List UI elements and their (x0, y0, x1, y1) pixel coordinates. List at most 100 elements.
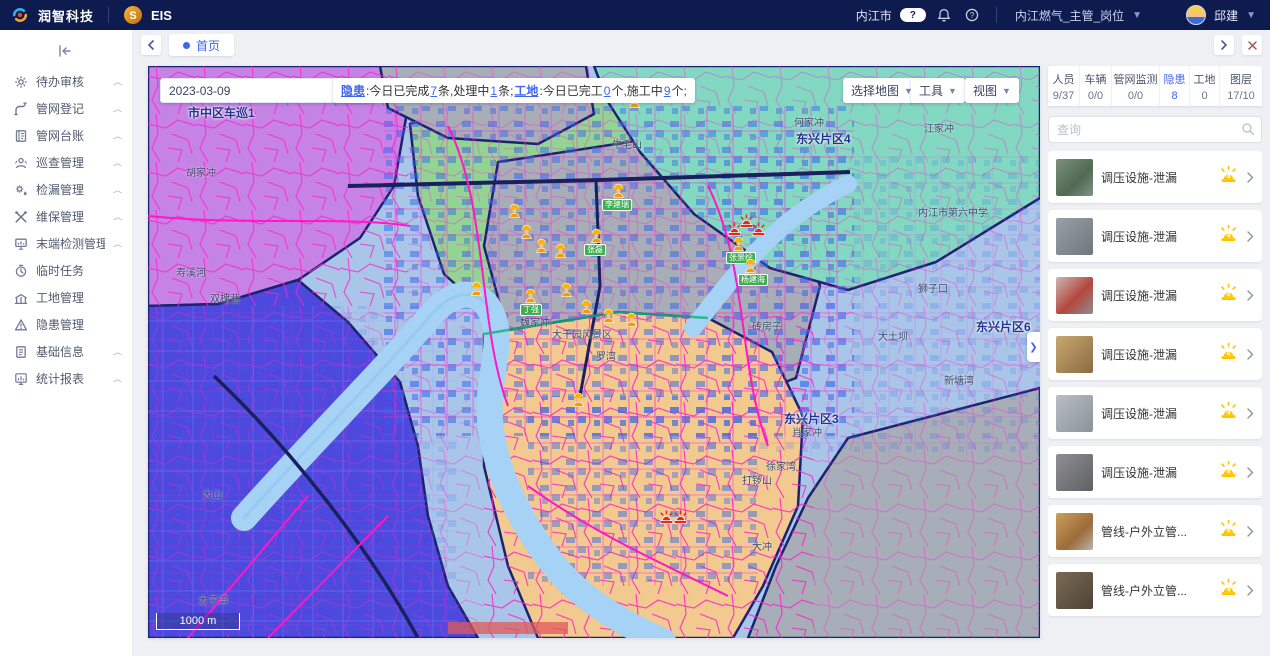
tab-label: 管网监测 (1112, 71, 1159, 87)
content-area: 首页 (133, 30, 1270, 656)
sidebar-item-audit[interactable]: 待办审核 ︿ (0, 68, 132, 95)
search-input[interactable] (1048, 116, 1262, 143)
city-name[interactable]: 内江市 (856, 7, 892, 24)
hazard-list-item[interactable]: 调压设施-泄漏 4 (1048, 446, 1262, 498)
caret-up-icon: ︿ (113, 76, 122, 86)
sidebar-item-terminal-detect[interactable]: 末端检测管理 ︿ (0, 230, 132, 257)
hazard-list-item[interactable]: 管线-户外立管... 4 (1048, 564, 1262, 616)
avatar[interactable] (1186, 5, 1206, 25)
chevron-right-icon[interactable] (1247, 585, 1254, 596)
hazard-list-item[interactable]: 管线-户外立管... 4 (1048, 505, 1262, 557)
alarm-marker[interactable] (750, 222, 767, 237)
top-navbar: 润智科技 S EIS 内江市 ? ? 内江燃气_主管_岗位 ▼ 邱建 ▼ (0, 0, 1270, 30)
tab-home[interactable]: 首页 (169, 34, 234, 56)
select-map-dropdown[interactable]: 选择地图 ▼ (843, 78, 921, 103)
sidebar-item-temp-task[interactable]: 临时任务 (0, 257, 132, 284)
sidebar-item-hazard-mgmt[interactable]: 隐患管理 (0, 311, 132, 338)
sidebar-item-pipeline-ledger[interactable]: 管网台账 ︿ (0, 122, 132, 149)
sidebar-collapse-button[interactable] (0, 36, 132, 66)
notifications-bell-icon[interactable] (934, 5, 954, 25)
place-label: 大土坝 (878, 328, 908, 343)
sidebar-item-basic-info[interactable]: 基础信息 ︿ (0, 338, 132, 365)
hazard-thumbnail (1056, 454, 1093, 491)
worker-marker[interactable] (520, 224, 533, 239)
sidebar-item-leak-detect[interactable]: 检漏管理 ︿ (0, 176, 132, 203)
hazard-done-count: 7 (430, 84, 437, 98)
navbar-right: 内江市 ? ? 内江燃气_主管_岗位 ▼ 邱建 ▼ (856, 5, 1256, 25)
worker-marker[interactable] (580, 299, 593, 314)
tab-home-label: 首页 (196, 37, 220, 54)
sidebar-item-patrol[interactable]: 巡查管理 ︿ (0, 149, 132, 176)
worker-marker[interactable] (744, 258, 757, 273)
tab-layers[interactable]: 图层 17/10 (1220, 66, 1262, 106)
worker-marker[interactable] (535, 238, 548, 253)
banner-text: :今日已完成 (366, 82, 429, 99)
search-icon[interactable] (1241, 122, 1255, 141)
caret-up-icon: ︿ (113, 184, 122, 194)
alarm-marker[interactable] (672, 510, 689, 525)
hazard-processing-count: 1 (490, 84, 497, 98)
place-label: 狮子口 (918, 280, 948, 295)
zone-label: 市中区车巡1 (188, 104, 255, 121)
tools-dropdown[interactable]: 工具 ▼ (911, 78, 965, 103)
sidebar-item-statistics[interactable]: 统计报表 ︿ (0, 365, 132, 392)
hazard-list-item[interactable]: 调压设施-泄漏 4 (1048, 328, 1262, 380)
tab-pipeline-monitor[interactable]: 管网监测 0/0 (1112, 66, 1160, 106)
site-icon (14, 291, 28, 305)
tab-personnel[interactable]: 人员 9/37 (1048, 66, 1080, 106)
worker-marker[interactable] (612, 183, 625, 198)
worker-marker[interactable] (508, 203, 521, 218)
site-link[interactable]: 工地 (514, 82, 538, 99)
tab-vehicles[interactable]: 车辆 0/0 (1080, 66, 1112, 106)
chevron-right-icon[interactable] (1247, 231, 1254, 242)
worker-marker[interactable] (560, 282, 573, 297)
hazard-thumbnail (1056, 513, 1093, 550)
worker-marker[interactable] (625, 312, 638, 327)
worker-marker[interactable] (554, 243, 567, 258)
place-label: 寿溪河 (176, 264, 206, 279)
worker-marker[interactable] (572, 392, 585, 407)
chevron-right-icon[interactable] (1247, 290, 1254, 301)
map-clutter (148, 66, 1040, 638)
caret-up-icon: ︿ (113, 103, 122, 113)
chevron-right-icon[interactable] (1247, 349, 1254, 360)
sidebar-item-pipeline-register[interactable]: 管网登记 ︿ (0, 95, 132, 122)
tab-count: 8 (1160, 90, 1189, 102)
worker-marker[interactable] (732, 236, 745, 251)
chevron-right-icon[interactable] (1247, 467, 1254, 478)
chevron-down-icon: ▼ (1246, 10, 1256, 21)
chevron-right-icon[interactable] (1247, 408, 1254, 419)
hazard-link[interactable]: 隐患 (341, 82, 365, 99)
hazard-list-item[interactable]: 调压设施-泄漏 4 (1048, 151, 1262, 203)
patrol-icon (14, 156, 28, 170)
main-area: 待办审核 ︿ 管网登记 ︿ 管网台账 ︿ 巡查管理 ︿ (0, 30, 1270, 656)
tab-scroll-left-button[interactable] (141, 35, 161, 55)
caret-up-icon: ︿ (113, 157, 122, 167)
chevron-right-icon[interactable] (1247, 172, 1254, 183)
user-name[interactable]: 邱建 (1214, 7, 1238, 24)
chevron-right-icon[interactable] (1247, 526, 1254, 537)
worker-marker[interactable] (602, 308, 615, 323)
help-icon[interactable]: ? (962, 5, 982, 25)
place-label: 大冲 (752, 538, 772, 553)
tab-close-button[interactable] (1242, 35, 1262, 55)
place-label: 砖房子 (752, 318, 782, 333)
tab-sites[interactable]: 工地 0 (1190, 66, 1220, 106)
hazard-list-item[interactable]: 调压设施-泄漏 4 (1048, 387, 1262, 439)
map-canvas[interactable]: 市中区车巡1 东兴片区4 东兴片区3 东兴片区6 胡家冲 牛毛山 何家冲 江家冲… (148, 66, 1040, 638)
weather-icon[interactable]: ? (900, 8, 926, 22)
view-dropdown[interactable]: 视图 ▼ (965, 78, 1019, 103)
hazard-list-item[interactable]: 调压设施-泄漏 4 (1048, 210, 1262, 262)
sidebar-item-site-mgmt[interactable]: 工地管理 (0, 284, 132, 311)
sidebar-item-maintenance[interactable]: 维保管理 ︿ (0, 203, 132, 230)
tab-hazards[interactable]: 隐患 8 (1160, 66, 1190, 106)
worker-marker[interactable] (470, 281, 483, 296)
place-label: 徐家湾 (766, 458, 796, 473)
tab-scroll-right-button[interactable] (1214, 35, 1234, 55)
worker-marker[interactable] (590, 228, 603, 243)
hazard-title: 调压设施-泄漏 (1101, 405, 1210, 422)
worker-marker[interactable] (524, 288, 537, 303)
hazard-list-item[interactable]: 调压设施-泄漏 4 (1048, 269, 1262, 321)
role-selector[interactable]: 内江燃气_主管_岗位 (1015, 7, 1124, 24)
panel-collapse-handle[interactable]: ❯ (1027, 332, 1040, 362)
